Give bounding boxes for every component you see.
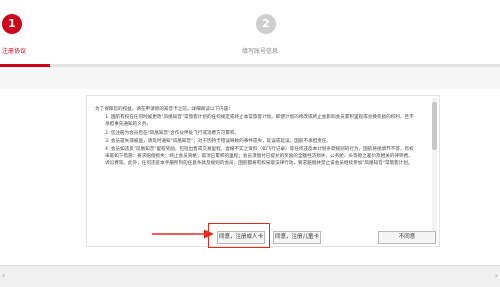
step-2-indicator: 2 [256, 14, 276, 34]
step-1-label: 注册协议 [2, 48, 27, 55]
agree-adult-card-button[interactable]: 同意，注册成人卡 [217, 231, 265, 244]
agreement-panel: 为了保障您的权益，请在申请新的知音卡之前，详细阅读以下内容： 1. 国航有权在任… [0, 89, 500, 265]
scrollbar-divider [0, 265, 500, 266]
agreement-text: 为了保障您的权益，请在申请新的知音卡之前，详细阅读以下内容： 1. 国航有权在任… [95, 106, 417, 242]
agreement-clause-4: 4. 会员如违反"凤凰知音"里程奖励，包括出售或交易里程，虚报不实之资料（如飞行… [105, 147, 414, 167]
agreement-clause-2: 2. 您注册为会员后在"凤凰知音"合作伙伴处飞行或消费方可累积。 [105, 130, 240, 136]
agreement-scrollbar[interactable] [432, 98, 437, 242]
decline-button[interactable]: 不同意 [378, 231, 436, 244]
scroll-left-icon[interactable]: ‹ [2, 271, 5, 280]
section-gap [0, 67, 500, 89]
scrollbar-thumb[interactable] [432, 102, 437, 150]
step-2-label: 填写账号信息 [242, 48, 279, 55]
horizontal-scrollbar[interactable]: ‹ › [0, 265, 500, 287]
agreement-clause-1: 1. 国航有权在任何时候更改"凤凰知音"常旅客计划的任何规定或终止本常旅客计划。… [105, 115, 414, 128]
step-header: 1 注册协议 2 填写账号信息 [0, 0, 500, 68]
agreement-intro: 为了保障您的权益，请在申请新的知音卡之前，详细阅读以下内容： [95, 107, 233, 112]
agree-child-card-button[interactable]: 同意，注册儿童卡 [273, 231, 321, 244]
annotation-arrow-icon [152, 229, 214, 239]
step-1-indicator: 1 [2, 14, 22, 34]
agreement-clause-3: 3. 会员遗失或被盗，请及时通知"凤凰知音"；对于因持卡错误导致的事件遗失，延误… [105, 138, 331, 144]
scroll-right-icon[interactable]: › [495, 271, 498, 280]
